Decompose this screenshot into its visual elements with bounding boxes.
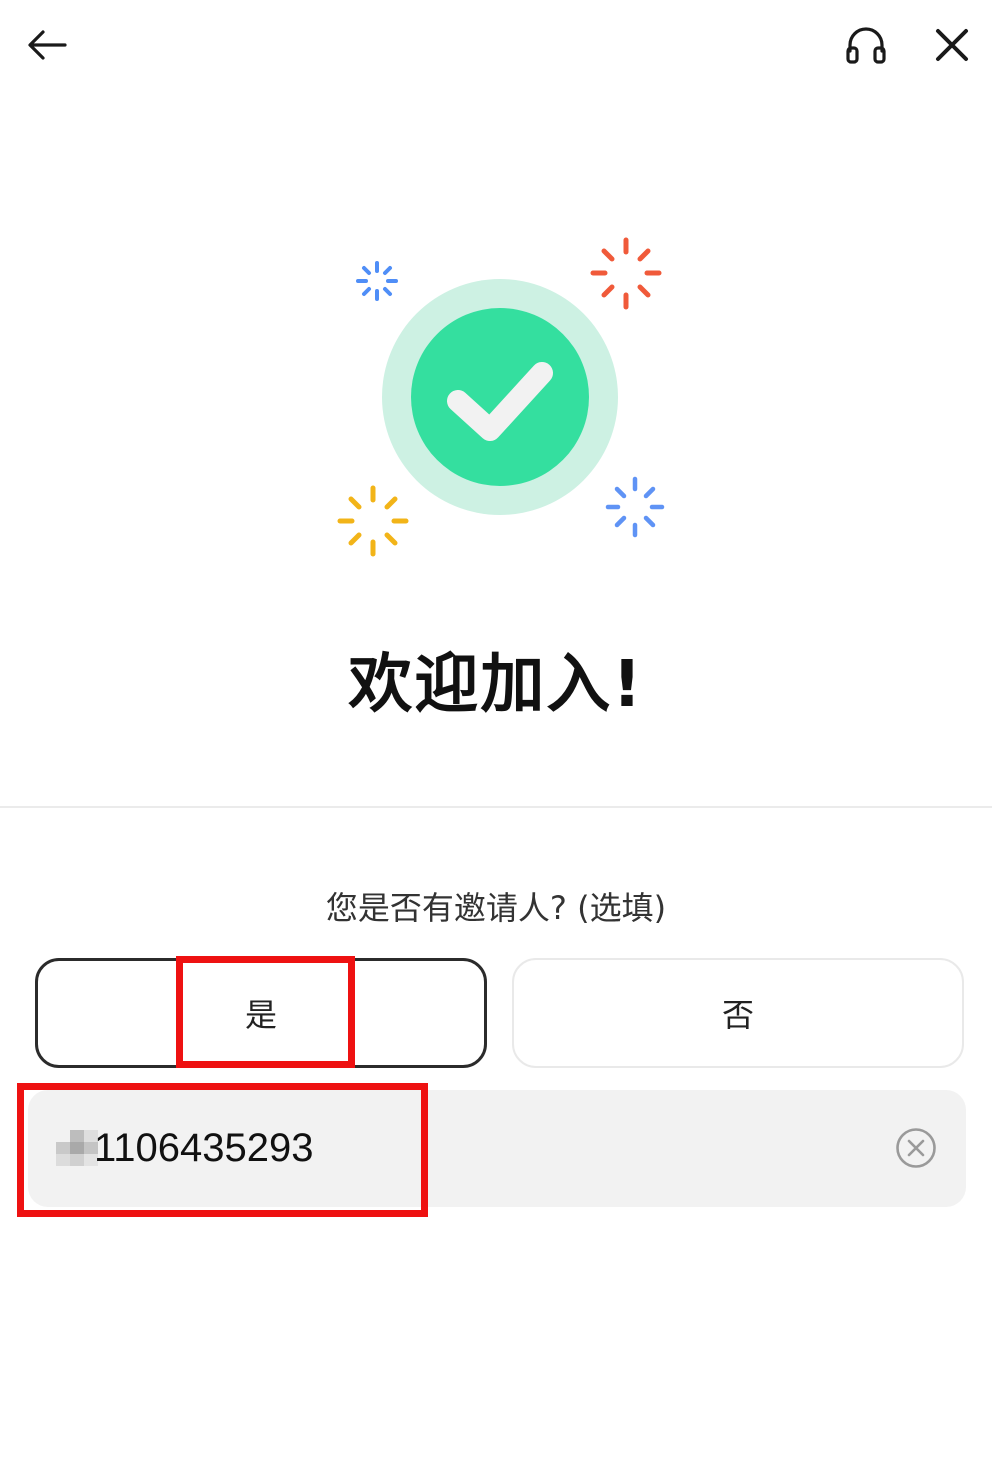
clear-circle-icon — [896, 1128, 936, 1168]
sparkle-icon — [337, 485, 409, 557]
success-illustration — [320, 225, 680, 570]
inviter-code-input[interactable] — [94, 1118, 794, 1178]
close-icon — [936, 29, 968, 61]
inviter-question: 您是否有邀请人? (选填) — [325, 889, 667, 927]
inviter-no-button[interactable]: 否 — [512, 958, 964, 1068]
inviter-no-label: 否 — [721, 996, 754, 1034]
check-circle-icon — [411, 308, 589, 486]
sparkle-icon — [590, 237, 662, 310]
back-button[interactable] — [19, 17, 75, 73]
sparkle-icon — [356, 261, 398, 301]
inviter-code-field — [28, 1090, 966, 1207]
inviter-yes-label: 是 — [244, 996, 277, 1034]
sparkle-icon — [605, 476, 665, 538]
customer-support-button[interactable] — [838, 17, 894, 73]
arrow-left-icon — [28, 30, 67, 60]
inviter-yes-button[interactable]: 是 — [35, 958, 487, 1068]
welcome-title: 欢迎加入! — [348, 648, 644, 722]
clear-input-button[interactable] — [894, 1126, 938, 1170]
headset-icon — [846, 27, 886, 64]
section-divider — [0, 806, 992, 808]
close-button[interactable] — [924, 17, 980, 73]
